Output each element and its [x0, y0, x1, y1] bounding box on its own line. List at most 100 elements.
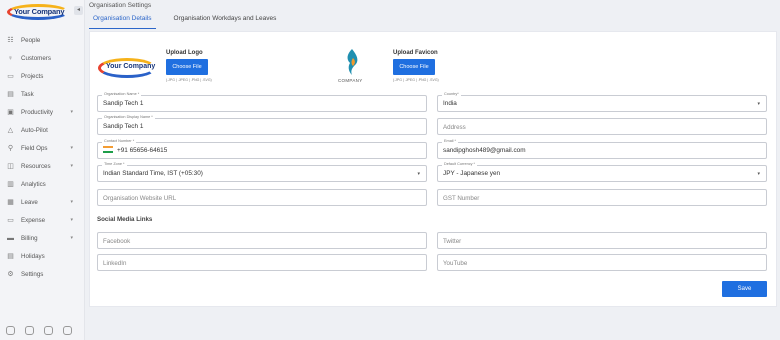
profile-icon[interactable]	[63, 326, 72, 335]
expense-icon: ▭	[7, 216, 14, 224]
sidebar-item-auto-pilot[interactable]: △ Auto-Pilot	[0, 121, 85, 139]
website-url-field[interactable]: Organisation Website URL	[97, 189, 427, 206]
email-field[interactable]: Email * sandipghosh489@gmail.com	[437, 139, 767, 159]
logo-text: Your Company	[14, 7, 65, 16]
timezone-select[interactable]: Time Zone * Indian Standard Time, IST (+…	[97, 162, 427, 182]
choose-favicon-button[interactable]: Choose File	[393, 59, 435, 75]
chat-icon[interactable]	[6, 326, 15, 335]
sidebar-item-resources[interactable]: ◫ Resources ▾	[0, 157, 85, 175]
leave-icon: ▦	[7, 198, 14, 206]
contact-number-field[interactable]: Contact Number * +91 65656-64615	[97, 139, 427, 159]
sidebar-item-label: Field Ops	[21, 144, 48, 152]
chevron-down-icon: ▾	[417, 171, 420, 177]
favicon-caption: COMPANY	[338, 78, 363, 83]
sidebar-item-billing[interactable]: ▬ Billing ▾	[0, 229, 85, 247]
save-button[interactable]: Save	[722, 281, 767, 297]
address-field[interactable]: Address	[437, 118, 767, 135]
twitter-field[interactable]: Twitter	[437, 232, 767, 249]
field-label: Default Currency *	[442, 162, 478, 166]
organisation-display-name-field[interactable]: Organisation Display Name * Sandip Tech …	[97, 115, 427, 135]
phone-value: +91 65656-64615	[117, 147, 168, 155]
field-value: Sandip Tech 1	[103, 123, 144, 130]
field-value: Sandip Tech 1	[103, 100, 144, 107]
sidebar-item-label: Billing	[21, 234, 38, 242]
sidebar-item-label: Auto-Pilot	[21, 126, 48, 134]
currency-select[interactable]: Default Currency * JPY - Japanese yen ▾	[437, 162, 767, 182]
task-icon: ▤	[7, 90, 14, 98]
field-value: India	[443, 100, 457, 107]
gst-number-field[interactable]: GST Number	[437, 189, 767, 206]
field-label: Time Zone *	[102, 162, 127, 166]
upload-favicon: Upload Favicon Choose File (.JPG | .JPEG…	[393, 50, 439, 82]
choose-logo-button[interactable]: Choose File	[166, 59, 208, 75]
tabs: Organisation Details Organisation Workda…	[89, 12, 280, 29]
sidebar-collapse-icon[interactable]: ◂	[74, 6, 83, 15]
sidebar-footer	[6, 326, 72, 335]
tab-organisation-workdays[interactable]: Organisation Workdays and Leaves	[170, 12, 281, 29]
tab-organisation-details[interactable]: Organisation Details	[89, 12, 156, 29]
billing-icon: ▬	[7, 234, 14, 242]
social-media-heading: Social Media Links	[97, 216, 153, 223]
field-label: Organisation Name *	[102, 92, 142, 96]
upload-logo-label: Upload Logo	[166, 50, 203, 56]
field-placeholder: Facebook	[103, 238, 131, 245]
sidebar-item-label: Expense	[21, 216, 46, 224]
upload-logo: Upload Logo Choose File (.JPG | .JPEG | …	[166, 50, 212, 82]
chevron-down-icon: ▾	[70, 163, 73, 169]
sidebar-menu: ☷ People ♀ Customers ▭ Projects ▤ Task ▣…	[0, 31, 85, 283]
people-icon: ☷	[7, 36, 14, 44]
sidebar-item-leave[interactable]: ▦ Leave ▾	[0, 193, 85, 211]
chevron-down-icon: ▾	[70, 145, 73, 151]
sidebar-item-label: Resources	[21, 162, 51, 170]
notification-icon[interactable]	[44, 326, 53, 335]
sidebar-item-settings[interactable]: ⚙ Settings	[0, 265, 85, 283]
sidebar-item-expense[interactable]: ▭ Expense ▾	[0, 211, 85, 229]
upload-favicon-label: Upload Favicon	[393, 50, 438, 56]
sidebar-item-customers[interactable]: ♀ Customers	[0, 49, 85, 67]
flame-logo-icon	[347, 49, 358, 75]
holidays-icon: ▤	[7, 252, 14, 260]
sidebar-item-label: Customers	[21, 54, 51, 62]
sidebar-item-projects[interactable]: ▭ Projects	[0, 67, 85, 85]
field-label: Email *	[442, 139, 459, 143]
customers-icon: ♀	[7, 54, 14, 62]
india-flag-icon[interactable]	[103, 146, 113, 153]
country-select[interactable]: Country* India ▾	[437, 92, 767, 112]
field-ops-icon: ⚲	[7, 144, 14, 152]
resources-icon: ◫	[7, 162, 14, 170]
logo-preview-text: Your Company	[106, 63, 156, 70]
field-placeholder: Organisation Website URL	[103, 195, 177, 202]
sidebar-item-label: Projects	[21, 72, 44, 80]
projects-icon: ▭	[7, 72, 14, 80]
field-label: Organisation Display Name *	[102, 115, 155, 119]
sidebar-item-field-ops[interactable]: ⚲ Field Ops ▾	[0, 139, 85, 157]
sidebar-item-analytics[interactable]: ▥ Analytics	[0, 175, 85, 193]
sidebar-item-label: Settings	[21, 270, 44, 278]
company-logo[interactable]: Your Company	[5, 2, 71, 22]
chevron-down-icon: ▾	[70, 199, 73, 205]
field-placeholder: Address	[443, 124, 466, 131]
sidebar-item-holidays[interactable]: ▤ Holidays	[0, 247, 85, 265]
organisation-name-field[interactable]: Organisation Name * Sandip Tech 1	[97, 92, 427, 112]
sidebar-item-label: Leave	[21, 198, 38, 206]
field-placeholder: Twitter	[443, 238, 462, 245]
facebook-field[interactable]: Facebook	[97, 232, 427, 249]
chevron-down-icon: ▾	[70, 235, 73, 241]
chevron-down-icon: ▾	[757, 171, 760, 177]
sidebar-item-task[interactable]: ▤ Task	[0, 85, 85, 103]
field-label: Contact Number *	[102, 139, 137, 143]
sidebar-item-people[interactable]: ☷ People	[0, 31, 85, 49]
youtube-field[interactable]: YouTube	[437, 254, 767, 271]
field-value: sandipghosh489@gmail.com	[443, 147, 526, 154]
sidebar-item-label: People	[21, 36, 41, 44]
help-icon[interactable]	[25, 326, 34, 335]
linkedin-field[interactable]: LinkedIn	[97, 254, 427, 271]
analytics-icon: ▥	[7, 180, 14, 188]
sidebar-item-productivity[interactable]: ▣ Productivity ▾	[0, 103, 85, 121]
autopilot-icon: △	[7, 126, 14, 134]
upload-logo-hint: (.JPG | .JPEG | .PNG | .SVG)	[166, 78, 212, 82]
sidebar: Your Company ◂ ☷ People ♀ Customers ▭ Pr…	[0, 0, 85, 340]
upload-favicon-hint: (.JPG | .JPEG | .PNG | .SVG)	[393, 78, 439, 82]
field-value: JPY - Japanese yen	[443, 170, 501, 177]
field-placeholder: YouTube	[443, 260, 468, 267]
